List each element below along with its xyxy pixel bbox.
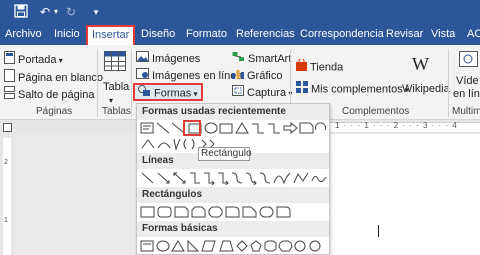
shapes-gallery: Formas usadas recientemente Líneas Rectá… bbox=[136, 103, 330, 255]
online-video-icon[interactable] bbox=[459, 51, 479, 69]
save-icon[interactable] bbox=[14, 4, 30, 20]
imagenes-button[interactable]: Imágenes bbox=[136, 51, 200, 67]
rectangle-shape-selected[interactable] bbox=[183, 120, 201, 136]
text-cursor bbox=[378, 225, 379, 237]
imagenes-label: Imágenes bbox=[152, 53, 201, 65]
vertical-ruler-text-area bbox=[3, 138, 11, 255]
title-bar: ↶ ▾ ↻ ▾ bbox=[0, 0, 480, 24]
undo-dropdown-icon[interactable]: ▾ bbox=[52, 4, 60, 20]
portada-button[interactable]: Portada ▾ bbox=[4, 51, 63, 67]
tab-inicio[interactable]: Inicio bbox=[54, 24, 80, 45]
wikipedia-icon[interactable]: W bbox=[412, 53, 429, 75]
my-addins-icon bbox=[296, 81, 308, 98]
tab-insertar[interactable]: Insertar bbox=[86, 25, 136, 45]
tab-ac[interactable]: AC bbox=[467, 24, 480, 45]
picture-icon bbox=[136, 51, 149, 67]
basic-shapes-row[interactable] bbox=[140, 239, 328, 253]
imagenes-en-linea-button[interactable]: Imágenes en línea bbox=[136, 68, 243, 84]
group-divider bbox=[448, 49, 449, 117]
wikipedia-button[interactable]: Wikipedia bbox=[402, 81, 450, 97]
online-picture-icon bbox=[136, 68, 149, 84]
salto-de-pagina-label: Salto de página bbox=[18, 88, 95, 101]
page-break-icon bbox=[4, 86, 15, 104]
smartart-button[interactable]: SmartArt bbox=[232, 51, 291, 67]
tab-correspondencia[interactable]: Correspondencia bbox=[300, 24, 384, 45]
rectangle-shapes-row[interactable] bbox=[140, 205, 328, 219]
salto-de-pagina-button[interactable]: Salto de página bbox=[4, 86, 94, 102]
recent-shapes-header: Formas usadas recientemente bbox=[137, 104, 329, 120]
tab-referencias[interactable]: Referencias bbox=[236, 24, 295, 45]
portada-label: Portada bbox=[18, 53, 57, 66]
captura-button[interactable]: Captura ▾ bbox=[232, 85, 292, 101]
imagenes-en-linea-label: Imágenes en línea bbox=[152, 70, 243, 82]
mis-complementos-label: Mis complementos bbox=[311, 83, 403, 96]
screenshot-icon bbox=[232, 85, 244, 101]
cover-page-icon bbox=[4, 51, 15, 69]
tab-archivo[interactable]: Archivo bbox=[5, 24, 42, 45]
captura-label: Captura bbox=[247, 87, 287, 99]
grafico-label: Gráfico bbox=[247, 70, 283, 82]
mis-complementos-button[interactable]: Mis complementos ▾ bbox=[296, 81, 409, 97]
rectangulos-header: Rectángulos bbox=[137, 187, 329, 203]
vertical-ruler-number: 2 bbox=[4, 159, 8, 166]
formas-label: Formas bbox=[154, 87, 192, 100]
tienda-label: Tienda bbox=[310, 61, 344, 74]
grafico-button[interactable]: Gráfico bbox=[232, 68, 282, 84]
pagina-en-blanco-label: Página en blanco bbox=[18, 71, 104, 84]
video-label-2[interactable]: en lín bbox=[453, 86, 480, 102]
chevron-down-icon: ▾ bbox=[56, 55, 63, 65]
store-icon bbox=[296, 58, 307, 76]
shape-tooltip: Rectángulo bbox=[198, 147, 252, 161]
tab-formato[interactable]: Formato bbox=[186, 24, 227, 45]
complementos-group-label: Complementos bbox=[342, 106, 410, 117]
recent-shapes-row[interactable] bbox=[140, 121, 328, 135]
document-page[interactable] bbox=[320, 134, 480, 255]
wikipedia-label: Wikipedia bbox=[402, 83, 450, 95]
chevron-down-icon: ▾ bbox=[191, 89, 198, 99]
ruler-numbers: 1 · · · 1 · · · 2 · · · 3 · · · 4 bbox=[335, 121, 458, 130]
redo-icon[interactable]: ↻ bbox=[64, 4, 78, 20]
chart-icon bbox=[232, 68, 244, 84]
tabla-button[interactable]: Tabla bbox=[103, 79, 129, 95]
tienda-button[interactable]: Tienda bbox=[296, 58, 344, 76]
undo-icon[interactable]: ↶ bbox=[38, 4, 52, 20]
group-divider bbox=[131, 49, 132, 117]
formas-basicas-header: Formas básicas bbox=[137, 221, 329, 237]
paginas-group-label: Páginas bbox=[36, 106, 73, 117]
tab-diseno[interactable]: Diseño bbox=[141, 24, 175, 45]
tab-revisar[interactable]: Revisar bbox=[386, 24, 423, 45]
tab-vista[interactable]: Vista bbox=[431, 24, 455, 45]
multimedia-group-label: Multime bbox=[452, 106, 480, 117]
formas-button[interactable]: Formas ▾ bbox=[133, 83, 203, 101]
blank-page-icon bbox=[4, 69, 15, 87]
line-shapes-row[interactable] bbox=[140, 171, 328, 185]
pagina-en-blanco-button[interactable]: Página en blanco bbox=[4, 69, 103, 85]
customize-icon[interactable]: ▾ bbox=[90, 4, 102, 20]
tab-stop-selector[interactable] bbox=[3, 123, 12, 132]
group-divider bbox=[97, 49, 98, 117]
vertical-ruler: 2 1 bbox=[0, 134, 14, 255]
vertical-ruler-number: 1 bbox=[4, 217, 8, 224]
smartart-label: SmartArt bbox=[248, 53, 292, 65]
tabla-label: Tabla bbox=[103, 81, 130, 93]
table-icon[interactable] bbox=[104, 51, 126, 73]
shapes-icon bbox=[138, 85, 151, 102]
ribbon-tabs: Archivo Inicio Insertar Diseño Formato R… bbox=[0, 24, 480, 45]
smartart-icon bbox=[232, 51, 245, 67]
tablas-group-label: Tablas bbox=[102, 106, 131, 117]
